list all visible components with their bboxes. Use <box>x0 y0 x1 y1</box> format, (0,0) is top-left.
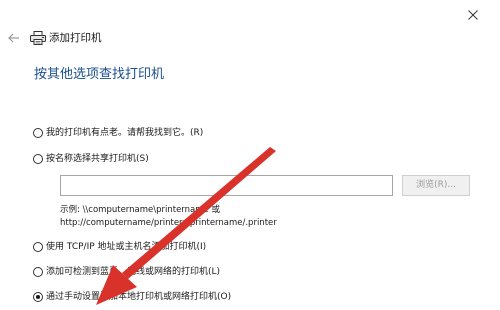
radio-manual-local[interactable] <box>33 292 43 302</box>
option-old-printer[interactable]: 我的打印机有点老。请帮我找到它。(R) <box>33 126 203 140</box>
printer-icon <box>30 31 46 45</box>
example-text-line1: 示例: \\computername\printername 或 <box>60 205 220 215</box>
option-tcpip[interactable]: 使用 TCP/IP 地址或主机名添加打印机(I) <box>33 240 206 254</box>
example-text-line2: http://computername/printers/printername… <box>60 218 277 228</box>
option-old-printer-label: 我的打印机有点老。请帮我找到它。(R) <box>46 128 204 138</box>
share-name-input[interactable] <box>60 175 393 196</box>
back-button[interactable] <box>6 30 22 46</box>
close-button[interactable] <box>462 4 484 26</box>
radio-tcpip[interactable] <box>33 242 43 252</box>
option-shared-by-name-label: 按名称选择共享打印机(S) <box>46 154 149 164</box>
option-manual-local-label: 通过手动设置添加本地打印机或网络打印机(O) <box>46 292 232 302</box>
option-bluetooth-wireless[interactable]: 添加可检测到蓝牙、无线或网络的打印机(L) <box>33 265 220 279</box>
window-title: 添加打印机 <box>49 32 102 44</box>
page-heading: 按其他选项查找打印机 <box>34 67 165 82</box>
add-printer-dialog: 添加打印机 按其他选项查找打印机 我的打印机有点老。请帮我找到它。(R) 按名称… <box>0 0 500 310</box>
browse-button[interactable]: 浏览(R)... <box>402 175 470 196</box>
radio-bluetooth-wireless[interactable] <box>33 267 43 277</box>
radio-shared-by-name[interactable] <box>33 154 43 164</box>
option-manual-local[interactable]: 通过手动设置添加本地打印机或网络打印机(O) <box>33 290 231 304</box>
close-icon <box>468 10 478 20</box>
back-arrow-icon <box>8 33 19 43</box>
option-shared-by-name[interactable]: 按名称选择共享打印机(S) <box>33 152 149 166</box>
option-tcpip-label: 使用 TCP/IP 地址或主机名添加打印机(I) <box>46 242 207 252</box>
option-bluetooth-wireless-label: 添加可检测到蓝牙、无线或网络的打印机(L) <box>46 267 221 277</box>
radio-old-printer[interactable] <box>33 128 43 138</box>
